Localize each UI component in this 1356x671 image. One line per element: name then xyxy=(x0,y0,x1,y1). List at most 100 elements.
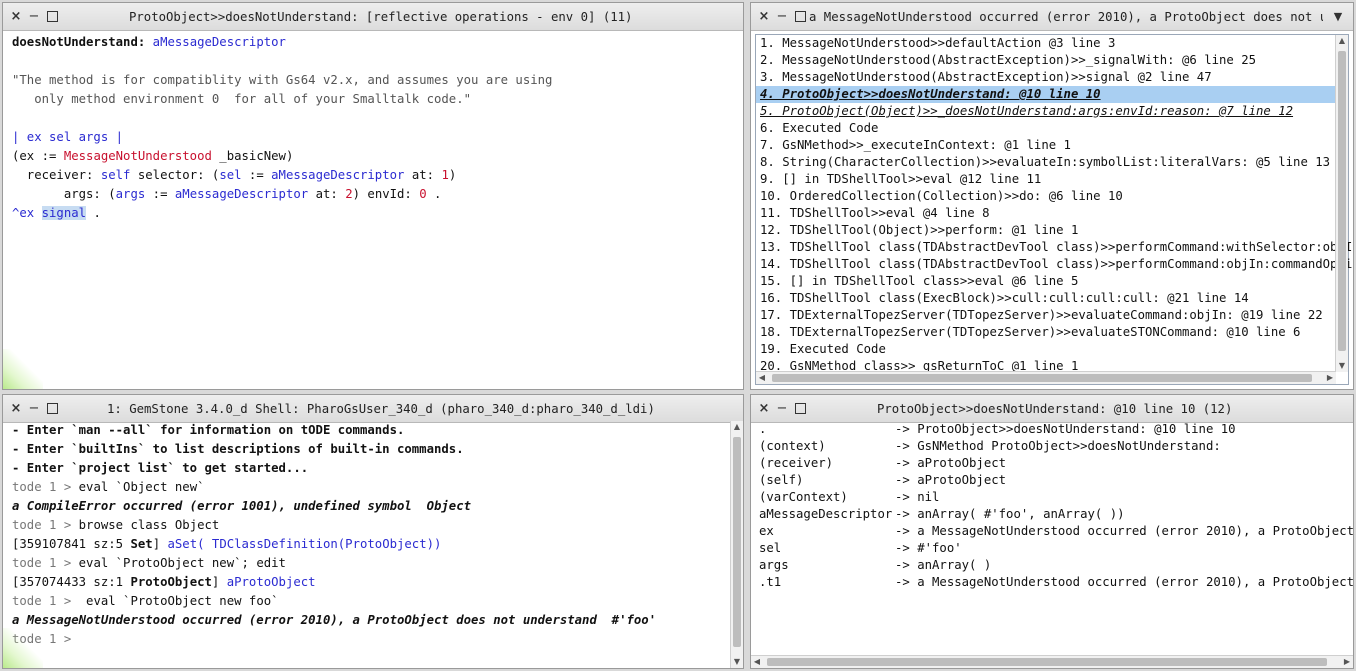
scroll-thumb[interactable] xyxy=(767,658,1327,666)
stack-frame-label: 16. TDShellTool class(ExecBlock)>>cull:c… xyxy=(760,291,1249,305)
result-link[interactable]: aProtoObject xyxy=(227,575,316,589)
shell-line: tode 1 > eval `Object new` xyxy=(3,478,729,497)
maximize-icon[interactable] xyxy=(793,9,807,25)
help-line: - Enter `project list` to get started... xyxy=(12,461,309,475)
stack-frame[interactable]: 12. TDShellTool(Object)>>perform: @1 lin… xyxy=(756,222,1348,239)
result-text: [357074433 sz:1 xyxy=(12,575,131,589)
minimize-icon[interactable]: − xyxy=(27,401,41,417)
inspector-rows: . -> ProtoObject>>doesNotUnderstand: @10 … xyxy=(751,421,1353,591)
stack-frame[interactable]: 2. MessageNotUnderstood(AbstractExceptio… xyxy=(756,52,1348,69)
code-token: _basicNew) xyxy=(211,149,294,163)
stack-frame-label: 17. TDExternalTopezServer(TDTopezServer)… xyxy=(760,308,1323,322)
code-token: sel xyxy=(219,168,242,182)
inspector-row[interactable]: (self) -> aProtoObject xyxy=(751,472,1353,489)
code-temps: | ex sel args | xyxy=(12,130,124,144)
horizontal-scrollbar[interactable]: ◀ ▶ xyxy=(756,371,1336,384)
minimize-icon[interactable]: − xyxy=(775,9,789,25)
stack-frame[interactable]: 15. [] in TDShellTool class>>eval @6 lin… xyxy=(756,273,1348,290)
inspector-row[interactable]: args -> anArray( ) xyxy=(751,557,1353,574)
maximize-icon[interactable] xyxy=(45,401,59,417)
inspector-row[interactable]: sel -> #'foo' xyxy=(751,540,1353,557)
scroll-down-icon[interactable]: ▼ xyxy=(731,656,743,668)
code-line: doesNotUnderstand: aMessageDescriptor xyxy=(3,33,743,52)
stack-frame[interactable]: 19. Executed Code xyxy=(756,341,1348,358)
stack-frame[interactable]: 18. TDExternalTopezServer(TDTopezServer)… xyxy=(756,324,1348,341)
stack-frame-label: 18. TDExternalTopezServer(TDTopezServer)… xyxy=(760,325,1301,339)
vertical-scrollbar[interactable]: ▲ ▼ xyxy=(730,421,743,668)
scroll-up-icon[interactable]: ▲ xyxy=(731,421,743,433)
window-menu-icon[interactable]: ▼ xyxy=(1331,9,1345,25)
scroll-down-icon[interactable]: ▼ xyxy=(1336,360,1348,372)
stack-frame-label: 2. MessageNotUnderstood(AbstractExceptio… xyxy=(760,53,1257,67)
code-token: ) xyxy=(448,168,457,182)
stack-frame[interactable]: 8. String(CharacterCollection)>>evaluate… xyxy=(756,154,1348,171)
stack-frame[interactable]: 10. OrderedCollection(Collection)>>do: @… xyxy=(756,188,1348,205)
stack-frame-label: 9. [] in TDShellTool>>eval @12 line 11 xyxy=(760,172,1042,186)
shell-line: tode 1 > eval `ProtoObject new`; edit xyxy=(3,554,729,573)
code-token: 2 xyxy=(345,187,353,201)
close-icon[interactable]: × xyxy=(757,9,771,25)
code-comment: "The method is for compatiblity with Gs6… xyxy=(12,73,553,87)
stack-frame[interactable]: 11. TDShellTool>>eval @4 line 8 xyxy=(756,205,1348,222)
stack-frame[interactable]: 7. GsNMethod>>_executeInContext: @1 line… xyxy=(756,137,1348,154)
inspector-row[interactable]: (context) -> GsNMethod ProtoObject>>doesN… xyxy=(751,438,1353,455)
scroll-right-icon[interactable]: ▶ xyxy=(1324,372,1336,384)
command: eval `ProtoObject new`; edit xyxy=(78,556,286,570)
inspector-value: -> aProtoObject xyxy=(895,456,1007,470)
result-link[interactable]: aSet( TDClassDefinition(ProtoObject)) xyxy=(168,537,442,551)
maximize-icon[interactable] xyxy=(45,9,59,25)
stack-frame[interactable]: 6. Executed Code xyxy=(756,120,1348,137)
inspector-key: (receiver) xyxy=(759,456,834,470)
minimize-icon[interactable]: − xyxy=(775,401,789,417)
shell-console[interactable]: - Enter `man --all` for information on t… xyxy=(3,421,729,668)
resize-corner xyxy=(3,349,43,389)
code-token: at: xyxy=(404,168,442,182)
inspector-value: -> anArray( ) xyxy=(895,558,992,572)
code-editor[interactable]: doesNotUnderstand: aMessageDescriptor "T… xyxy=(3,31,743,389)
code-token: at: xyxy=(308,187,346,201)
inspector-value: -> anArray( #'foo', anArray( )) xyxy=(895,507,1125,521)
shell-titlebar: × − 1: GemStone 3.4.0_d Shell: PharoGsUs… xyxy=(3,395,743,423)
code-comment: only method environment 0 for all of you… xyxy=(12,92,472,106)
stack-frame[interactable]: 5. ProtoObject(Object)>>_doesNotUndersta… xyxy=(756,103,1348,120)
scroll-left-icon[interactable]: ◀ xyxy=(756,372,768,384)
inspector-list: . -> ProtoObject>>doesNotUnderstand: @10 … xyxy=(751,421,1353,668)
inspector-key: ex xyxy=(759,524,774,538)
inspector-row[interactable]: aMessageDescriptor -> anArray( #'foo', an… xyxy=(751,506,1353,523)
inspector-row[interactable]: . -> ProtoObject>>doesNotUnderstand: @10 … xyxy=(751,421,1353,438)
maximize-icon[interactable] xyxy=(793,401,807,417)
result-text: ] xyxy=(152,537,168,551)
stack-frame[interactable]: 16. TDShellTool class(ExecBlock)>>cull:c… xyxy=(756,290,1348,307)
scroll-right-icon[interactable]: ▶ xyxy=(1341,656,1353,668)
scroll-thumb[interactable] xyxy=(772,374,1312,382)
inspector-row[interactable]: .t1 -> a MessageNotUnderstood occurred (e… xyxy=(751,574,1353,591)
close-icon[interactable]: × xyxy=(9,9,23,25)
scroll-thumb[interactable] xyxy=(1338,51,1346,351)
stack-frame[interactable]: 4. ProtoObject>>doesNotUnderstand: @10 l… xyxy=(756,86,1348,103)
stack-list: 1. MessageNotUnderstood>>defaultAction @… xyxy=(755,34,1353,385)
stack-frame[interactable]: 14. TDShellTool class(TDAbstractDevTool … xyxy=(756,256,1353,273)
stack-frame[interactable]: 3. MessageNotUnderstood(AbstractExceptio… xyxy=(756,69,1348,86)
inspector-row[interactable]: (receiver) -> aProtoObject xyxy=(751,455,1353,472)
inspector-value: -> aProtoObject xyxy=(895,473,1007,487)
close-icon[interactable]: × xyxy=(757,401,771,417)
scroll-thumb[interactable] xyxy=(733,437,741,647)
stack-frame[interactable]: 1. MessageNotUnderstood>>defaultAction @… xyxy=(756,35,1348,52)
horizontal-scrollbar[interactable]: ◀ ▶ xyxy=(751,655,1353,668)
stack-frame[interactable]: 17. TDExternalTopezServer(TDTopezServer)… xyxy=(756,307,1348,324)
stack-frame[interactable]: 9. [] in TDShellTool>>eval @12 line 11 xyxy=(756,171,1348,188)
result-line: [357074433 sz:1 ProtoObject] aProtoObjec… xyxy=(3,573,729,592)
code-token: . xyxy=(426,187,442,201)
prompt: tode 1 > xyxy=(12,594,79,608)
stack-frame[interactable]: 13. TDShellTool class(TDAbstractDevTool … xyxy=(756,239,1353,256)
inspector-row[interactable]: (varContext) -> nil xyxy=(751,489,1353,506)
scroll-up-icon[interactable]: ▲ xyxy=(1336,35,1348,47)
inspector-row[interactable]: ex -> a MessageNotUnderstood occurred (er… xyxy=(751,523,1353,540)
scroll-left-icon[interactable]: ◀ xyxy=(751,656,763,668)
minimize-icon[interactable]: − xyxy=(27,9,41,25)
close-icon[interactable]: × xyxy=(9,401,23,417)
code-token: ) envId: xyxy=(352,187,420,201)
stack-frame-label: 8. String(CharacterCollection)>>evaluate… xyxy=(760,155,1331,169)
stack-frame-label: 19. Executed Code xyxy=(760,342,886,356)
vertical-scrollbar[interactable]: ▲ ▼ xyxy=(1335,35,1348,372)
